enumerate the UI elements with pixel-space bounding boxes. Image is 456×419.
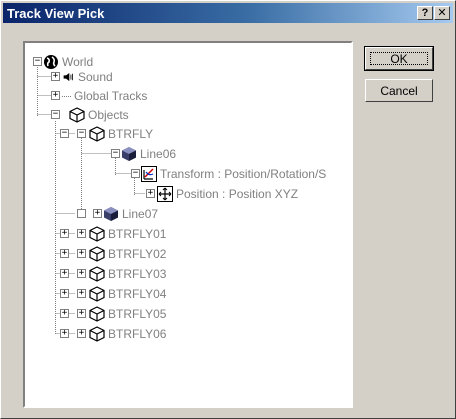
tree-node-label: Line07	[122, 206, 159, 221]
tree-node-label: BTRFLY06	[108, 326, 167, 341]
speaker-icon	[63, 72, 73, 81]
object-icon	[89, 285, 105, 302]
track-tree[interactable]: − + + − − − − − + + + + + + + + + + + + …	[23, 41, 353, 408]
expander-objects[interactable]: −	[51, 110, 60, 119]
tree-node-btrfly[interactable]: BTRFLY	[89, 125, 153, 142]
shape-icon	[122, 146, 136, 161]
expander-btrfly04-b[interactable]: +	[77, 289, 86, 298]
expander-btrfly01-a[interactable]: +	[60, 229, 69, 238]
tree-node-label: BTRFLY04	[108, 286, 167, 301]
cancel-button-label: Cancel	[380, 83, 418, 98]
help-button[interactable]: ?	[417, 6, 433, 20]
object-icon	[89, 325, 105, 342]
tree-node-line07[interactable]: Line07	[103, 205, 158, 222]
tree-node-label: Position : Position XYZ	[176, 186, 299, 201]
expander-btrfly-b[interactable]: −	[77, 129, 86, 138]
tree-node-label: BTRFLY03	[108, 266, 167, 281]
tree-node-label: Global Tracks	[74, 88, 148, 103]
tree-node-line06[interactable]: Line06	[121, 145, 176, 162]
tree-node-objects[interactable]: Objects	[69, 106, 129, 123]
connector-stub	[62, 95, 71, 97]
position-icon	[157, 185, 173, 202]
tree-node-label: Sound	[78, 69, 113, 84]
tree-node-btrfly01[interactable]: BTRFLY01	[89, 225, 166, 242]
expander-btrfly04-a[interactable]: +	[60, 289, 69, 298]
tree-node-label: Transform : Position/Rotation/S	[160, 166, 327, 181]
expander-transform[interactable]: −	[131, 169, 140, 178]
expander-line07-a[interactable]	[77, 209, 86, 218]
tree-node-btrfly03[interactable]: BTRFLY03	[89, 265, 166, 282]
globe-icon	[44, 54, 58, 69]
tree-node-transform[interactable]: Transform : Position/Rotation/S	[141, 165, 326, 182]
object-icon	[89, 305, 105, 322]
tree-node-label: Line06	[140, 146, 177, 161]
expander-btrfly03-a[interactable]: +	[60, 269, 69, 278]
tree-node-label: BTRFLY05	[108, 306, 167, 321]
expander-global-tracks[interactable]: +	[51, 91, 60, 100]
expander-btrfly02-a[interactable]: +	[60, 249, 69, 258]
expander-btrfly06-b[interactable]: +	[77, 329, 86, 338]
tree-node-label: BTRFLY	[108, 126, 154, 141]
expander-btrfly05-a[interactable]: +	[60, 309, 69, 318]
expander-btrfly01-b[interactable]: +	[77, 229, 86, 238]
ok-button[interactable]: OK	[364, 46, 434, 71]
tree-node-sound[interactable]: Sound	[62, 68, 113, 85]
tree-node-label: World	[62, 54, 94, 69]
tree-node-btrfly02[interactable]: BTRFLY02	[89, 245, 166, 262]
object-icon	[89, 225, 105, 242]
tree-node-global-tracks[interactable]: Global Tracks	[62, 87, 147, 104]
expander-btrfly03-b[interactable]: +	[77, 269, 86, 278]
object-icon	[89, 265, 105, 282]
track-view-pick-dialog: Track View Pick ? ✕ − + + − − − − − + + …	[0, 0, 456, 419]
object-icon	[89, 125, 105, 142]
expander-sound[interactable]: +	[51, 72, 60, 81]
expander-btrfly06-a[interactable]: +	[60, 329, 69, 338]
expander-position[interactable]: +	[146, 189, 155, 198]
object-icon	[89, 245, 105, 262]
tree-node-btrfly06[interactable]: BTRFLY06	[89, 325, 166, 342]
focus-rect	[370, 52, 428, 65]
window-title: Track View Pick	[7, 5, 105, 21]
expander-btrfly05-b[interactable]: +	[77, 309, 86, 318]
tree-node-label: BTRFLY02	[108, 246, 167, 261]
expander-btrfly-a[interactable]: −	[60, 129, 69, 138]
shape-icon	[104, 206, 118, 221]
expander-world[interactable]: −	[33, 57, 42, 66]
expander-line07-b[interactable]: +	[93, 209, 102, 218]
expander-btrfly02-b[interactable]: +	[77, 249, 86, 258]
tree-node-label: BTRFLY01	[108, 226, 167, 241]
tree-node-position[interactable]: Position : Position XYZ	[157, 185, 298, 202]
transform-icon	[141, 165, 157, 182]
tree-node-label: Objects	[88, 107, 129, 122]
tree-node-btrfly05[interactable]: BTRFLY05	[89, 305, 166, 322]
close-button[interactable]: ✕	[434, 6, 450, 20]
expander-line06[interactable]: −	[111, 149, 120, 158]
tree-node-btrfly04[interactable]: BTRFLY04	[89, 285, 166, 302]
object-icon	[69, 106, 85, 123]
title-bar[interactable]: Track View Pick ? ✕	[3, 3, 453, 23]
cancel-button[interactable]: Cancel	[365, 79, 433, 102]
